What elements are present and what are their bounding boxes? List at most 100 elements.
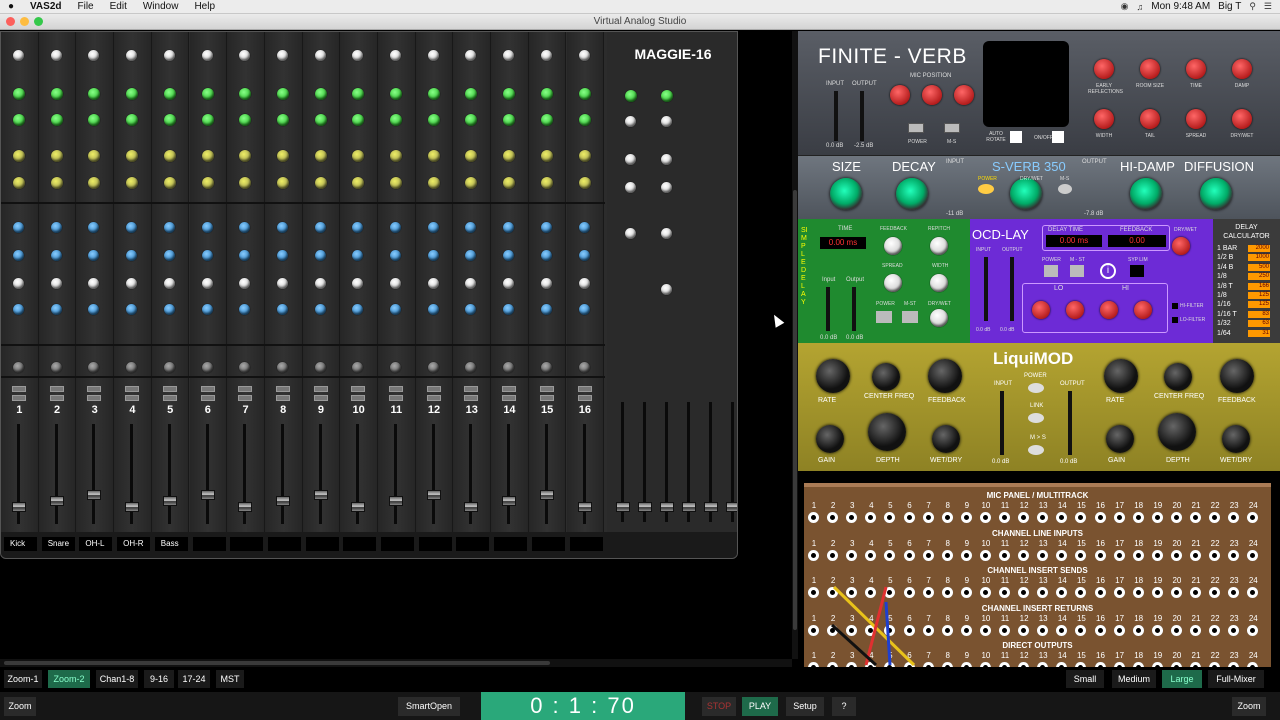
ch10-aux3-knob[interactable]: [352, 150, 365, 162]
ch8-eq-mid-knob[interactable]: [276, 250, 288, 261]
ch6-fader[interactable]: [200, 490, 215, 500]
ch5-eq-freq-knob[interactable]: [163, 278, 175, 289]
ch12-fader[interactable]: [426, 490, 441, 500]
ch15-fader[interactable]: [539, 490, 554, 500]
ch2-pan-knob[interactable]: [50, 362, 62, 373]
ch10-eq-freq-knob[interactable]: [352, 278, 364, 289]
ch13-gain-knob[interactable]: [465, 50, 477, 61]
ch6-gain-knob[interactable]: [201, 50, 213, 61]
ch13-eq-freq-knob[interactable]: [465, 278, 477, 289]
ch6-aux2-knob[interactable]: [201, 114, 214, 126]
ch7-aux2-knob[interactable]: [239, 114, 252, 126]
sd-drywet-knob[interactable]: [930, 309, 948, 327]
ch13-pan-knob[interactable]: [465, 362, 477, 373]
ch7-aux1-knob[interactable]: [239, 88, 252, 100]
ch7-eq-lo-knob[interactable]: [239, 304, 251, 315]
ch14-aux1-knob[interactable]: [503, 88, 516, 100]
track-name-slot[interactable]: [305, 537, 339, 551]
ch2-eq-freq-knob[interactable]: [50, 278, 62, 289]
ocd-syp-button[interactable]: [1130, 265, 1144, 277]
ch11-aux4-knob[interactable]: [390, 177, 402, 189]
ch16-eq-lo-knob[interactable]: [578, 304, 590, 315]
ch10-mute-button[interactable]: [351, 386, 366, 392]
play-button[interactable]: PLAY: [742, 697, 778, 716]
master-fader[interactable]: [616, 502, 630, 512]
menu-app-name[interactable]: VAS2d: [22, 1, 70, 12]
sd-spread-knob[interactable]: [884, 274, 902, 292]
ch10-fader[interactable]: [351, 502, 366, 512]
ch12-eq-lo-knob[interactable]: [427, 304, 439, 315]
lm-left-depth-knob[interactable]: [868, 413, 906, 451]
ch1-pan-knob[interactable]: [13, 362, 24, 373]
ch11-fader[interactable]: [389, 496, 403, 506]
ch3-solo-button[interactable]: [87, 395, 102, 401]
ch13-aux2-knob[interactable]: [465, 114, 478, 126]
master-knob[interactable]: [625, 116, 636, 127]
master-knob[interactable]: [661, 228, 672, 239]
chan9-16-button[interactable]: 9-16: [144, 670, 174, 688]
ch11-solo-button[interactable]: [389, 395, 403, 401]
ch6-solo-button[interactable]: [200, 395, 215, 401]
ch7-aux3-knob[interactable]: [239, 150, 252, 162]
ch5-aux2-knob[interactable]: [163, 114, 176, 126]
ch15-solo-button[interactable]: [539, 395, 554, 401]
ch13-aux1-knob[interactable]: [465, 88, 478, 100]
ch14-aux2-knob[interactable]: [503, 114, 516, 126]
ch2-eq-lo-knob[interactable]: [50, 304, 62, 315]
ch13-aux4-knob[interactable]: [465, 177, 478, 189]
ch3-pan-knob[interactable]: [88, 362, 100, 373]
ch14-eq-freq-knob[interactable]: [503, 278, 515, 289]
track-name-slot[interactable]: [418, 537, 452, 551]
ch3-aux1-knob[interactable]: [88, 88, 101, 100]
ch4-solo-button[interactable]: [125, 395, 140, 401]
track-name-slot[interactable]: Bass: [154, 537, 188, 551]
master-fader[interactable]: [682, 502, 696, 512]
ch10-aux2-knob[interactable]: [352, 114, 365, 126]
ch5-solo-button[interactable]: [162, 395, 177, 401]
ch2-aux4-knob[interactable]: [50, 177, 63, 189]
apple-icon[interactable]: ●: [0, 1, 22, 12]
fv-knob-tail[interactable]: [1140, 109, 1160, 129]
fv-knob-early-reflections[interactable]: [1094, 59, 1114, 79]
ocd-sync-icon[interactable]: i: [1100, 263, 1116, 279]
ch3-eq-hi-knob[interactable]: [88, 222, 100, 233]
ch7-eq-hi-knob[interactable]: [239, 222, 251, 233]
master-fader[interactable]: [704, 502, 718, 512]
ch16-aux1-knob[interactable]: [578, 88, 591, 100]
ch6-aux4-knob[interactable]: [201, 177, 214, 189]
lm-right-wetdry-knob[interactable]: [1222, 425, 1250, 453]
ch5-mute-button[interactable]: [162, 386, 177, 392]
ch8-aux1-knob[interactable]: [276, 88, 289, 100]
ch14-gain-knob[interactable]: [503, 50, 515, 61]
ch3-eq-mid-knob[interactable]: [88, 250, 100, 261]
setup-button[interactable]: Setup: [786, 697, 824, 716]
ch6-aux1-knob[interactable]: [201, 88, 214, 100]
fv-ms-button[interactable]: [944, 123, 960, 133]
ch5-eq-lo-knob[interactable]: [163, 304, 175, 315]
ch14-fader[interactable]: [502, 496, 517, 506]
ch10-gain-knob[interactable]: [352, 50, 364, 61]
ch8-solo-button[interactable]: [275, 395, 290, 401]
ch15-pan-knob[interactable]: [540, 362, 552, 373]
ch12-eq-freq-knob[interactable]: [427, 278, 439, 289]
smartopen-button[interactable]: SmartOpen: [398, 697, 460, 716]
track-name-slot[interactable]: Snare: [41, 537, 75, 551]
size-medium-button[interactable]: Medium: [1112, 670, 1156, 688]
ch1-eq-mid-knob[interactable]: [13, 250, 24, 261]
ch12-gain-knob[interactable]: [427, 50, 439, 61]
fv-knob-spread[interactable]: [1186, 109, 1206, 129]
ocd-drywet-knob[interactable]: [1172, 237, 1190, 255]
ch10-aux1-knob[interactable]: [352, 88, 365, 100]
fv-knob-damp[interactable]: [1232, 59, 1252, 79]
ch3-aux2-knob[interactable]: [88, 114, 101, 126]
ch16-aux3-knob[interactable]: [578, 150, 591, 162]
ch1-aux3-knob[interactable]: [13, 150, 25, 162]
ch13-aux3-knob[interactable]: [465, 150, 478, 162]
ch12-aux3-knob[interactable]: [427, 150, 440, 162]
size-small-button[interactable]: Small: [1066, 670, 1104, 688]
ch12-pan-knob[interactable]: [427, 362, 439, 373]
menu-edit[interactable]: Edit: [102, 1, 135, 12]
ch2-mute-button[interactable]: [49, 386, 64, 392]
ch6-aux3-knob[interactable]: [201, 150, 214, 162]
master-fader[interactable]: [638, 502, 652, 512]
